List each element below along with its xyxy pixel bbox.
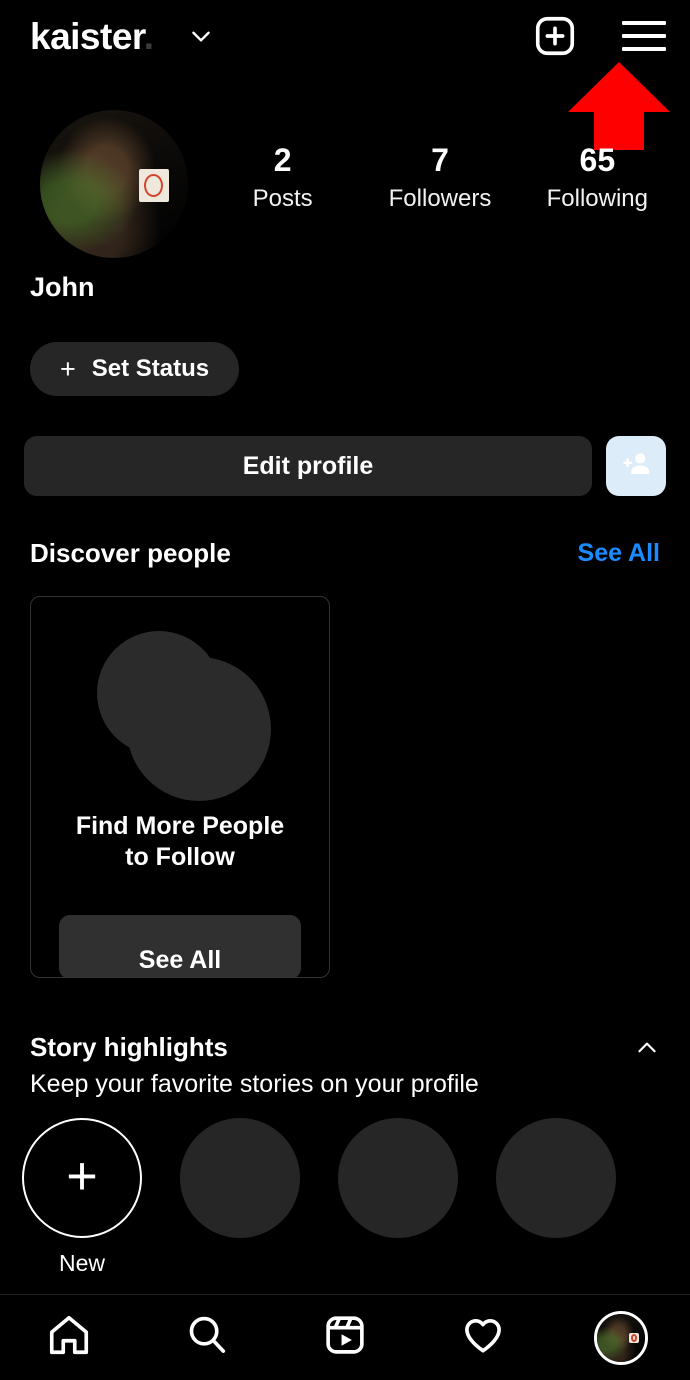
plus-icon: +	[66, 1146, 98, 1206]
stat-posts[interactable]: 2 Posts	[204, 142, 361, 213]
highlight-new-circle[interactable]: +	[22, 1118, 142, 1238]
discover-people-title: Discover people	[30, 538, 231, 568]
story-highlights-title: Story highlights	[30, 1032, 228, 1062]
nav-avatar-photo	[597, 1313, 645, 1362]
nav-profile[interactable]	[552, 1310, 690, 1365]
stat-following-label: Following	[546, 184, 649, 212]
highlight-placeholder-circle[interactable]	[180, 1118, 300, 1238]
discover-card-see-all-button[interactable]: See All	[59, 915, 301, 977]
chevron-down-icon[interactable]	[188, 23, 214, 49]
discover-card-title-line2: to Follow	[125, 843, 235, 872]
menu-bar-2	[622, 34, 666, 38]
avatar-photo	[40, 110, 188, 258]
profile-action-row: Edit profile	[24, 436, 666, 496]
highlight-placeholder[interactable]	[338, 1118, 458, 1238]
stat-followers-label: Followers	[388, 184, 492, 212]
avatar-wrapper[interactable]	[24, 108, 204, 258]
search-icon	[184, 1312, 230, 1363]
two-circles-avatars-icon	[31, 619, 329, 819]
no-parking-sign	[139, 169, 169, 202]
username-title[interactable]: kaister.	[30, 18, 154, 55]
circle-front	[127, 657, 271, 801]
discover-card-see-all-label: See All	[138, 946, 222, 974]
highlight-placeholder[interactable]	[496, 1118, 616, 1238]
person-add-icon	[619, 447, 653, 486]
menu-bar-3	[622, 47, 666, 51]
username-text: kaister	[30, 15, 144, 57]
home-icon	[46, 1312, 92, 1363]
nav-reels[interactable]	[276, 1312, 414, 1363]
username-trailing-char: .	[143, 15, 154, 57]
nav-home[interactable]	[0, 1312, 138, 1363]
add-person-button[interactable]	[606, 436, 666, 496]
bottom-navigation-bar	[0, 1294, 690, 1380]
stat-followers-value: 7	[431, 142, 449, 178]
edit-profile-label: Edit profile	[242, 451, 374, 480]
stat-followers[interactable]: 7 Followers	[361, 142, 518, 213]
highlight-new-button[interactable]: + New	[22, 1118, 142, 1277]
story-highlights-subtitle: Keep your favorite stories on your profi…	[30, 1070, 479, 1098]
nav-search[interactable]	[138, 1312, 276, 1363]
reels-icon	[322, 1312, 368, 1363]
highlight-placeholder-circle[interactable]	[338, 1118, 458, 1238]
chevron-up-icon[interactable]	[634, 1035, 660, 1061]
profile-header: 2 Posts 7 Followers 65 Following	[0, 108, 690, 268]
edit-profile-button[interactable]: Edit profile	[24, 436, 592, 496]
stat-posts-value: 2	[273, 142, 292, 178]
nav-activity[interactable]	[414, 1312, 552, 1363]
highlight-new-label: New	[58, 1250, 105, 1276]
stat-posts-label: Posts	[252, 184, 313, 212]
highlight-placeholder-circle[interactable]	[496, 1118, 616, 1238]
discover-see-all-link[interactable]: See All	[578, 539, 660, 568]
no-parking-sign	[629, 1332, 639, 1344]
menu-bar-1	[622, 21, 666, 25]
set-status-button[interactable]: + Set Status	[30, 342, 240, 396]
set-status-label: Set Status	[91, 355, 210, 382]
instagram-profile-screen: kaister. 2 Posts 7 Followers 65 Followin…	[0, 0, 690, 1380]
highlight-placeholder[interactable]	[180, 1118, 300, 1238]
plus-icon: +	[60, 353, 76, 384]
story-highlights-header: Story highlights	[30, 1032, 660, 1063]
discover-people-header: Discover people See All	[30, 538, 660, 569]
avatar[interactable]	[40, 110, 188, 258]
discover-card-title: Find More People to Follow	[31, 811, 329, 874]
hamburger-menu-icon[interactable]	[622, 13, 668, 59]
stat-following[interactable]: 65 Following	[519, 142, 676, 213]
story-highlights-list: + New	[22, 1118, 682, 1277]
create-post-button[interactable]	[532, 13, 578, 59]
stat-following-value: 65	[579, 142, 616, 178]
heart-icon	[460, 1312, 506, 1363]
profile-stats: 2 Posts 7 Followers 65 Following	[204, 108, 690, 213]
discover-person-card[interactable]: Find More People to Follow See All	[30, 596, 330, 978]
display-name: John	[30, 272, 95, 302]
profile-avatar-icon[interactable]	[594, 1310, 648, 1365]
